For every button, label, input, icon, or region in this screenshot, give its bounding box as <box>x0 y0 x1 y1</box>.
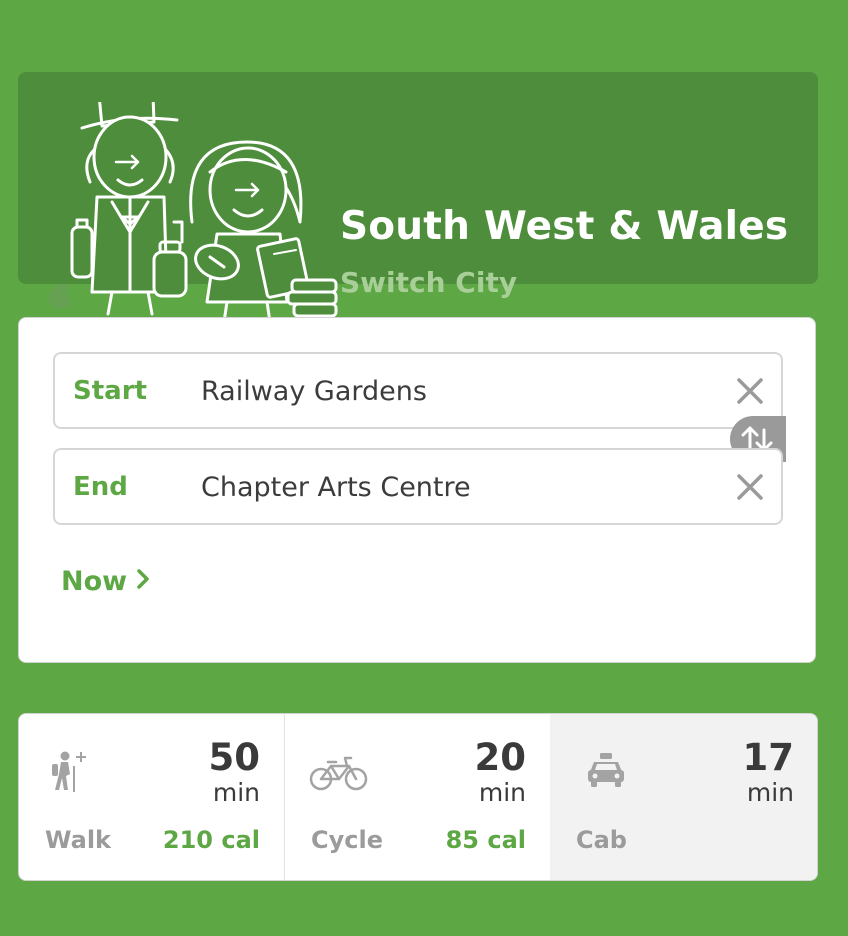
bicycle-icon <box>309 756 368 791</box>
end-input[interactable]: Chapter Arts Centre <box>201 472 471 503</box>
end-label: End <box>73 472 128 502</box>
travel-modes: 50 min Walk 210 cal 20 min Cycle 85 cal <box>18 713 818 881</box>
start-input[interactable]: Railway Gardens <box>201 376 427 407</box>
route-form: Start Railway Gardens End Chapter Arts C… <box>18 317 816 663</box>
header-banner: South West & Wales Switch City <box>18 72 818 324</box>
mode-cycle[interactable]: 20 min Cycle 85 cal <box>285 714 550 880</box>
clear-end-close-icon[interactable] <box>735 472 765 502</box>
start-label: Start <box>73 376 147 406</box>
cab-duration: 17 <box>742 736 795 779</box>
departure-time-button[interactable]: Now <box>61 566 151 597</box>
cycle-label: Cycle <box>311 826 383 854</box>
end-field[interactable]: End Chapter Arts Centre <box>53 448 783 525</box>
start-field[interactable]: Start Railway Gardens <box>53 352 783 429</box>
cycle-calories: 85 cal <box>445 826 526 854</box>
walk-calories: 210 cal <box>162 826 260 854</box>
app-subtitle: Switch City <box>340 266 518 299</box>
taxi-icon <box>588 753 624 787</box>
mode-cab[interactable]: 17 min Cab <box>550 714 817 880</box>
region-title: South West & Wales <box>340 204 789 249</box>
walk-duration-unit: min <box>212 778 260 807</box>
clear-start-close-icon[interactable] <box>735 376 765 406</box>
cycle-duration-unit: min <box>478 778 526 807</box>
mascots-illustration <box>48 102 338 324</box>
walk-duration: 50 <box>208 736 261 779</box>
cab-duration-unit: min <box>746 778 794 807</box>
cycle-duration: 20 <box>474 736 527 779</box>
mode-walk[interactable]: 50 min Walk 210 cal <box>19 714 285 880</box>
departure-time-label: Now <box>61 566 128 597</box>
chevron-right-icon <box>137 569 149 589</box>
hiker-icon <box>52 751 86 792</box>
cab-label: Cab <box>576 826 627 854</box>
walk-label: Walk <box>45 826 111 854</box>
